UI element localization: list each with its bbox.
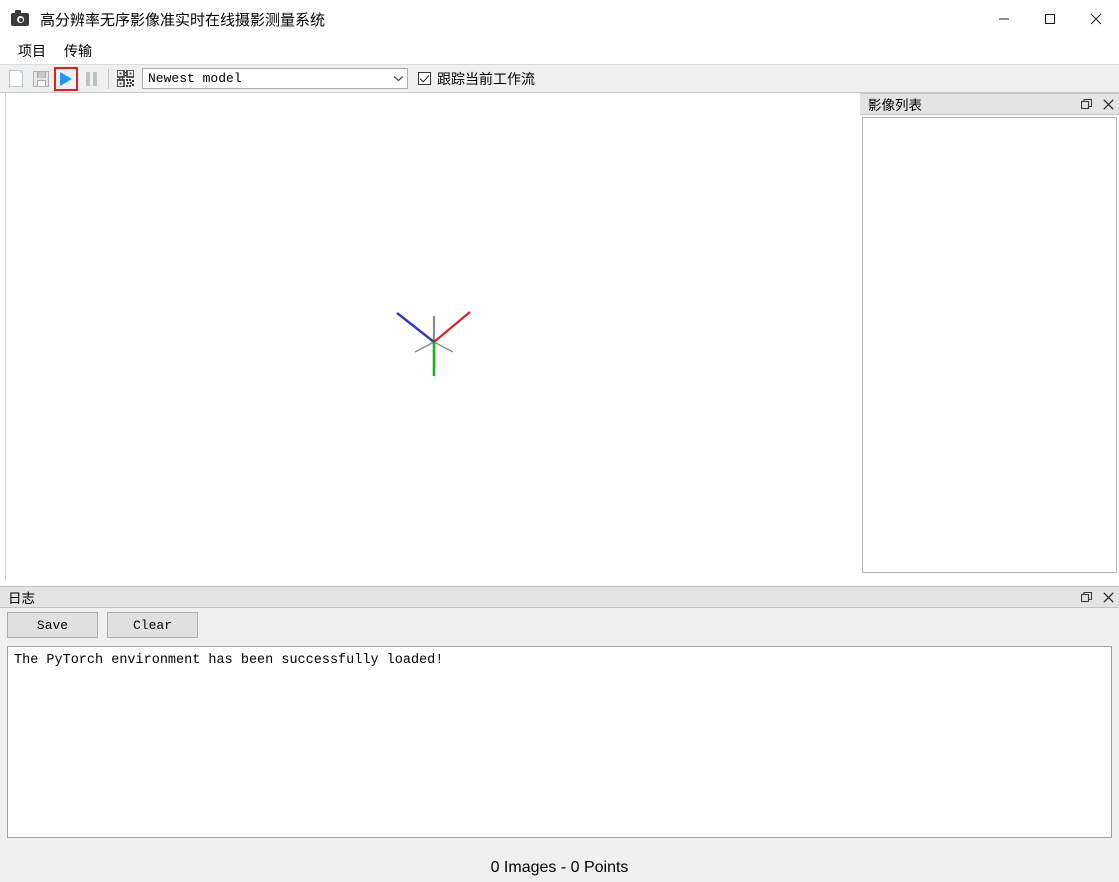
- model-select-button[interactable]: [113, 67, 137, 91]
- camera-icon: [11, 10, 29, 28]
- maximize-button[interactable]: [1027, 0, 1073, 38]
- status-bar: 0 Images - 0 Points: [0, 853, 1119, 882]
- menu-bar: 项目 传输: [0, 38, 1119, 64]
- image-list-title-bar: 影像列表: [860, 93, 1119, 115]
- close-icon: [1103, 592, 1114, 603]
- log-output[interactable]: The PyTorch environment has been success…: [7, 646, 1112, 838]
- qr-code-icon: [117, 70, 134, 87]
- new-document-icon: [9, 70, 23, 87]
- image-list[interactable]: [862, 117, 1117, 573]
- log-line: The PyTorch environment has been success…: [14, 652, 1105, 669]
- status-text: 0 Images - 0 Points: [491, 859, 629, 877]
- image-list-close-button[interactable]: [1097, 94, 1119, 114]
- maximize-icon: [1044, 13, 1056, 25]
- close-icon: [1090, 13, 1102, 25]
- main-toolbar: Newest model 跟踪当前工作流: [0, 64, 1119, 93]
- restore-window-icon: [1081, 99, 1092, 110]
- chevron-down-icon: [393, 75, 404, 82]
- model-combobox[interactable]: Newest model: [142, 68, 408, 89]
- minimize-button[interactable]: [981, 0, 1027, 38]
- image-list-float-button[interactable]: [1075, 94, 1097, 114]
- axis-gizmo-icon: [389, 298, 481, 383]
- log-close-button[interactable]: [1097, 587, 1119, 607]
- log-toolbar: Save Clear: [0, 608, 1119, 642]
- image-list-panel: 影像列表: [860, 93, 1119, 581]
- log-panel: 日志 Save Clear The PyTorch environment ha…: [0, 586, 1119, 853]
- log-float-button[interactable]: [1075, 587, 1097, 607]
- log-title-bar: 日志: [0, 586, 1119, 608]
- close-button[interactable]: [1073, 0, 1119, 38]
- window-controls: [981, 0, 1119, 38]
- image-list-title: 影像列表: [860, 94, 1075, 114]
- toolbar-separator: [108, 69, 109, 89]
- track-workflow-checkbox[interactable]: 跟踪当前工作流: [418, 69, 535, 89]
- 3d-viewport[interactable]: [5, 93, 858, 581]
- pause-icon: [86, 72, 97, 86]
- save-project-button[interactable]: [29, 67, 53, 91]
- save-disk-icon: [33, 71, 49, 87]
- run-button[interactable]: [54, 67, 78, 91]
- save-log-button[interactable]: Save: [7, 612, 98, 638]
- window-title: 高分辨率无序影像准实时在线摄影测量系统: [40, 9, 325, 30]
- log-title: 日志: [0, 587, 1075, 607]
- minimize-icon: [998, 13, 1010, 25]
- pause-button[interactable]: [79, 67, 103, 91]
- menu-item-transfer[interactable]: 传输: [56, 39, 100, 63]
- model-combobox-arrow[interactable]: [389, 69, 407, 88]
- play-icon: [60, 72, 72, 86]
- clear-log-button[interactable]: Clear: [107, 612, 198, 638]
- restore-window-icon: [1081, 592, 1092, 603]
- model-combobox-value: Newest model: [143, 71, 389, 86]
- new-project-button[interactable]: [4, 67, 28, 91]
- close-icon: [1103, 99, 1114, 110]
- title-bar: 高分辨率无序影像准实时在线摄影测量系统: [0, 0, 1119, 38]
- checkbox-box[interactable]: [418, 72, 431, 85]
- menu-item-project[interactable]: 项目: [10, 39, 54, 63]
- track-workflow-label: 跟踪当前工作流: [437, 69, 535, 89]
- work-area: 影像列表: [0, 93, 1119, 583]
